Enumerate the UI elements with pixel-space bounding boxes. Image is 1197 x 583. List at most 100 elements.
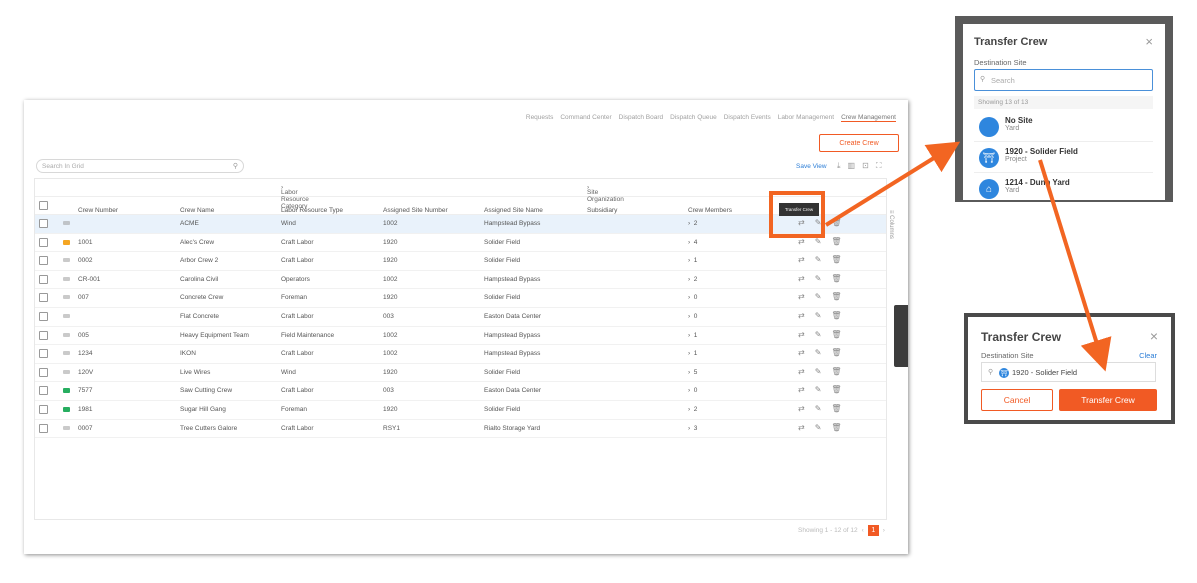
nav-dispatch-events[interactable]: Dispatch Events [724, 114, 771, 122]
table-row[interactable]: Flat Concrete Craft Labor 003 Easton Data C… [35, 308, 886, 327]
save-view-link[interactable]: Save View [796, 163, 827, 170]
table-row[interactable]: 7577 Saw Cutting Crew Craft Labor 003 Easton… [35, 382, 886, 401]
close-icon[interactable]: × [1145, 34, 1153, 49]
table-row[interactable]: 007 Concrete Crew Foreman 1920 Solider Field… [35, 289, 886, 308]
crew-members-cell[interactable]: › 3 [688, 425, 697, 432]
nav-dispatch-board[interactable]: Dispatch Board [619, 114, 663, 122]
cancel-button[interactable]: Cancel [981, 389, 1053, 411]
crew-members-cell[interactable]: › 1 [688, 257, 697, 264]
edit-icon[interactable]: ✎ [815, 311, 822, 320]
table-row[interactable]: CR-001 Carolina Civil Operators 1002 Hampste… [35, 271, 886, 290]
crew-members-cell[interactable]: › 5 [688, 369, 697, 376]
table-row[interactable]: 120V Live Wires Wind 1920 Solider Field › 5 ⇄ ✎… [35, 364, 886, 383]
table-row[interactable]: 1001 Alec's Crew Craft Labor 1920 Solider Fi… [35, 234, 886, 253]
row-checkbox[interactable] [39, 311, 48, 321]
edit-icon[interactable]: ✎ [815, 423, 822, 432]
transfer-icon[interactable]: ⇄ [798, 367, 805, 376]
crew-members-cell[interactable]: › 2 [688, 276, 697, 283]
create-crew-button[interactable]: Create Crew [819, 134, 899, 152]
nav-crew-management[interactable]: Crew Management [841, 114, 896, 122]
option-no-site[interactable]: No Site Yard [974, 112, 1153, 142]
table-row[interactable]: 0007 Tree Cutters Galore Craft Labor RSY1 Ri… [35, 420, 886, 439]
trash-icon[interactable]: 🗑 [831, 423, 841, 432]
row-checkbox[interactable] [39, 274, 48, 284]
crew-members-cell[interactable]: › 2 [688, 220, 697, 227]
trash-icon[interactable]: 🗑 [831, 348, 841, 357]
grid-search-input[interactable]: Search In Grid ⚲ [36, 159, 244, 173]
transfer-icon[interactable]: ⇄ [798, 311, 805, 320]
trash-icon[interactable]: 🗑 [831, 330, 841, 339]
fullscreen-icon[interactable]: ⛶ [876, 161, 882, 171]
transfer-icon[interactable]: ⇄ [798, 255, 805, 264]
trash-icon[interactable]: 🗑 [831, 367, 841, 376]
row-checkbox[interactable] [39, 404, 48, 414]
row-checkbox[interactable] [39, 219, 48, 228]
columns-side-tab[interactable]: ≡ Columns [888, 210, 894, 239]
row-checkbox[interactable] [39, 237, 48, 247]
transfer-icon[interactable]: ⇄ [798, 348, 805, 357]
trash-icon[interactable]: 🗑 [831, 218, 841, 227]
crew-members-cell[interactable]: › 1 [688, 332, 697, 339]
fit-icon[interactable]: ⊡ [862, 161, 869, 171]
row-checkbox[interactable] [39, 256, 48, 266]
trash-icon[interactable]: 🗑 [831, 404, 841, 413]
prev-page-icon[interactable]: ‹ [862, 527, 864, 534]
option-dunn-yard[interactable]: ⌂ 1214 - Dunn Yard Yard [974, 174, 1153, 199]
columns-icon[interactable]: ▥ [848, 161, 856, 171]
nav-command-center[interactable]: Command Center [560, 114, 611, 122]
table-row[interactable]: ACME Wind 1002 Hampstead Bypass › 2 ⇄ ✎ 🗑 [35, 215, 886, 234]
edit-icon[interactable]: ✎ [815, 367, 822, 376]
trash-icon[interactable]: 🗑 [831, 274, 841, 283]
trash-icon[interactable]: 🗑 [831, 255, 841, 264]
transfer-icon[interactable]: ⇄ [798, 404, 805, 413]
edit-icon[interactable]: ✎ [815, 255, 822, 264]
table-row[interactable]: 0002 Arbor Crew 2 Craft Labor 1920 Solider F… [35, 252, 886, 271]
trash-icon[interactable]: 🗑 [831, 237, 841, 246]
edit-icon[interactable]: ✎ [815, 274, 822, 283]
trash-icon[interactable]: 🗑 [831, 311, 841, 320]
table-row[interactable]: 1981 Sugar Hill Gang Foreman 1920 Solider Fi… [35, 401, 886, 420]
transfer-icon[interactable]: ⇄ [798, 292, 805, 301]
transfer-icon[interactable]: ⇄ [798, 385, 805, 394]
row-checkbox[interactable] [39, 349, 48, 359]
row-checkbox[interactable] [39, 386, 48, 396]
row-checkbox[interactable] [39, 367, 48, 377]
crew-members-cell[interactable]: › 2 [688, 406, 697, 413]
trash-icon[interactable]: 🗑 [831, 292, 841, 301]
download-icon[interactable]: ⤓ [837, 161, 841, 171]
crew-members-cell[interactable]: › 0 [688, 313, 697, 320]
next-page-icon[interactable]: › [883, 527, 885, 534]
group-labor-resource[interactable]: Labor Resource Category › [281, 184, 309, 210]
transfer-crew-button[interactable]: Transfer Crew [1059, 389, 1157, 411]
transfer-icon[interactable]: ⇄ [798, 274, 805, 283]
nav-labor-management[interactable]: Labor Management [778, 114, 834, 122]
group-site-organization[interactable]: Site Organization › [587, 184, 624, 203]
row-checkbox[interactable] [39, 330, 48, 340]
destination-field[interactable]: ⚲ ⛩ 1920 - Solider Field [981, 362, 1156, 382]
crew-members-cell[interactable]: › 0 [688, 294, 697, 301]
edit-icon[interactable]: ✎ [815, 404, 822, 413]
transfer-icon[interactable]: ⇄ [798, 423, 805, 432]
nav-dispatch-queue[interactable]: Dispatch Queue [670, 114, 717, 122]
close-icon[interactable]: × [1150, 328, 1158, 344]
select-all-checkbox[interactable] [39, 201, 48, 210]
side-drawer-tab[interactable] [894, 305, 908, 367]
row-checkbox[interactable] [39, 423, 48, 433]
table-row[interactable]: 005 Heavy Equipment Team Field Maintenance… [35, 327, 886, 346]
edit-icon[interactable]: ✎ [815, 348, 822, 357]
trash-icon[interactable]: 🗑 [831, 385, 841, 394]
crew-members-cell[interactable]: › 0 [688, 387, 697, 394]
crew-members-cell[interactable]: › 4 [688, 239, 697, 246]
nav-requests[interactable]: Requests [526, 114, 553, 122]
edit-icon[interactable]: ✎ [815, 330, 822, 339]
table-row[interactable]: 1234 IKON Craft Labor 1002 Hampstead Bypass ›… [35, 345, 886, 364]
row-checkbox[interactable] [39, 293, 48, 303]
clear-link[interactable]: Clear [1139, 351, 1157, 360]
destination-search-input[interactable]: ⚲ Search [974, 69, 1153, 91]
crew-members-cell[interactable]: › 1 [688, 350, 697, 357]
option-solider-field[interactable]: ⛩ 1920 - Solider Field Project [974, 143, 1153, 173]
edit-icon[interactable]: ✎ [815, 385, 822, 394]
transfer-icon[interactable]: ⇄ [798, 330, 805, 339]
edit-icon[interactable]: ✎ [815, 292, 822, 301]
page-number[interactable]: 1 [867, 525, 879, 536]
